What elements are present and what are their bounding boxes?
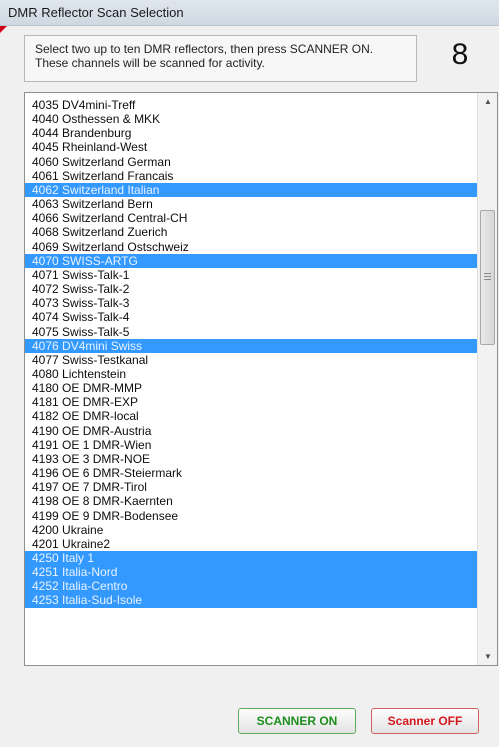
list-item[interactable]: 4072 Swiss-Talk-2 [25, 282, 477, 296]
list-item[interactable]: 4063 Switzerland Bern [25, 197, 477, 211]
instructions-line-2: These channels will be scanned for activ… [35, 56, 265, 70]
reflector-listbox[interactable]: 4035 DV4mini-Treff 4040 Osthessen & MKK 40… [24, 92, 498, 666]
list-item[interactable]: 4199 OE 9 DMR-Bodensee [25, 509, 477, 523]
scroll-up-icon[interactable]: ▲ [478, 93, 497, 110]
list-item[interactable]: 4075 Swiss-Talk-5 [25, 325, 477, 339]
list-item[interactable]: 4181 OE DMR-EXP [25, 395, 477, 409]
list-item[interactable]: 4077 Swiss-Testkanal [25, 353, 477, 367]
list-item[interactable]: 4200 Ukraine [25, 523, 477, 537]
scanner-off-button[interactable]: Scanner OFF [371, 708, 479, 734]
list-item[interactable]: 4062 Switzerland Italian [25, 182, 477, 198]
list-item[interactable]: 4076 DV4mini Swiss [25, 338, 477, 353]
list-item[interactable]: 4040 Osthessen & MKK [25, 112, 477, 126]
list-item[interactable]: 4193 OE 3 DMR-NOE [25, 452, 477, 466]
window-title: DMR Reflector Scan Selection [8, 5, 184, 20]
list-item[interactable]: 4252 Italia-Centro [25, 579, 477, 594]
selected-count: 8 [451, 38, 469, 71]
list-item[interactable]: 4066 Switzerland Central-CH [25, 211, 477, 225]
list-item[interactable]: 4069 Switzerland Ostschweiz [25, 240, 477, 254]
list-item[interactable]: 4201 Ukraine2 [25, 537, 477, 551]
reflector-list: 4035 DV4mini-Treff 4040 Osthessen & MKK 40… [25, 98, 477, 608]
scroll-thumb[interactable] [480, 210, 495, 345]
list-item[interactable]: 4074 Swiss-Talk-4 [25, 310, 477, 324]
list-item[interactable]: 4196 OE 6 DMR-Steiermark [25, 466, 477, 480]
grip-icon [484, 273, 491, 280]
list-item[interactable]: 4068 Switzerland Zuerich [25, 225, 477, 239]
list-item[interactable]: 4190 OE DMR-Austria [25, 424, 477, 438]
list-item[interactable]: 4197 OE 7 DMR-Tirol [25, 480, 477, 494]
list-item[interactable]: 4035 DV4mini-Treff [25, 98, 477, 112]
list-item[interactable]: 4061 Switzerland Francais [25, 169, 477, 183]
list-item[interactable]: 4045 Rheinland-West [25, 140, 477, 154]
list-item[interactable]: 4182 OE DMR-local [25, 409, 477, 423]
corner-marker [0, 26, 7, 33]
list-item[interactable]: 4060 Switzerland German [25, 155, 477, 169]
scroll-down-icon[interactable]: ▼ [478, 648, 497, 665]
list-item[interactable]: 4251 Italia-Nord [25, 565, 477, 580]
instructions-line-1: Select two up to ten DMR reflectors, the… [35, 42, 374, 56]
list-item[interactable]: 4080 Lichtenstein [25, 367, 477, 381]
list-item[interactable]: 4191 OE 1 DMR-Wien [25, 438, 477, 452]
scanner-on-button[interactable]: SCANNER ON [238, 708, 356, 734]
title-bar: DMR Reflector Scan Selection [0, 0, 499, 26]
list-item[interactable]: 4198 OE 8 DMR-Kaernten [25, 494, 477, 508]
list-item[interactable]: 4180 OE DMR-MMP [25, 381, 477, 395]
list-item[interactable]: 4070 SWISS-ARTG [25, 253, 477, 268]
vertical-scrollbar[interactable]: ▲ ▼ [477, 93, 497, 665]
list-item[interactable]: 4073 Swiss-Talk-3 [25, 296, 477, 310]
list-item[interactable]: 4044 Brandenburg [25, 126, 477, 140]
list-item[interactable]: 4253 Italia-Sud-Isole [25, 593, 477, 608]
list-item[interactable]: 4250 Italy 1 [25, 551, 477, 566]
list-item[interactable]: 4071 Swiss-Talk-1 [25, 268, 477, 282]
instructions-box: Select two up to ten DMR reflectors, the… [24, 35, 417, 82]
